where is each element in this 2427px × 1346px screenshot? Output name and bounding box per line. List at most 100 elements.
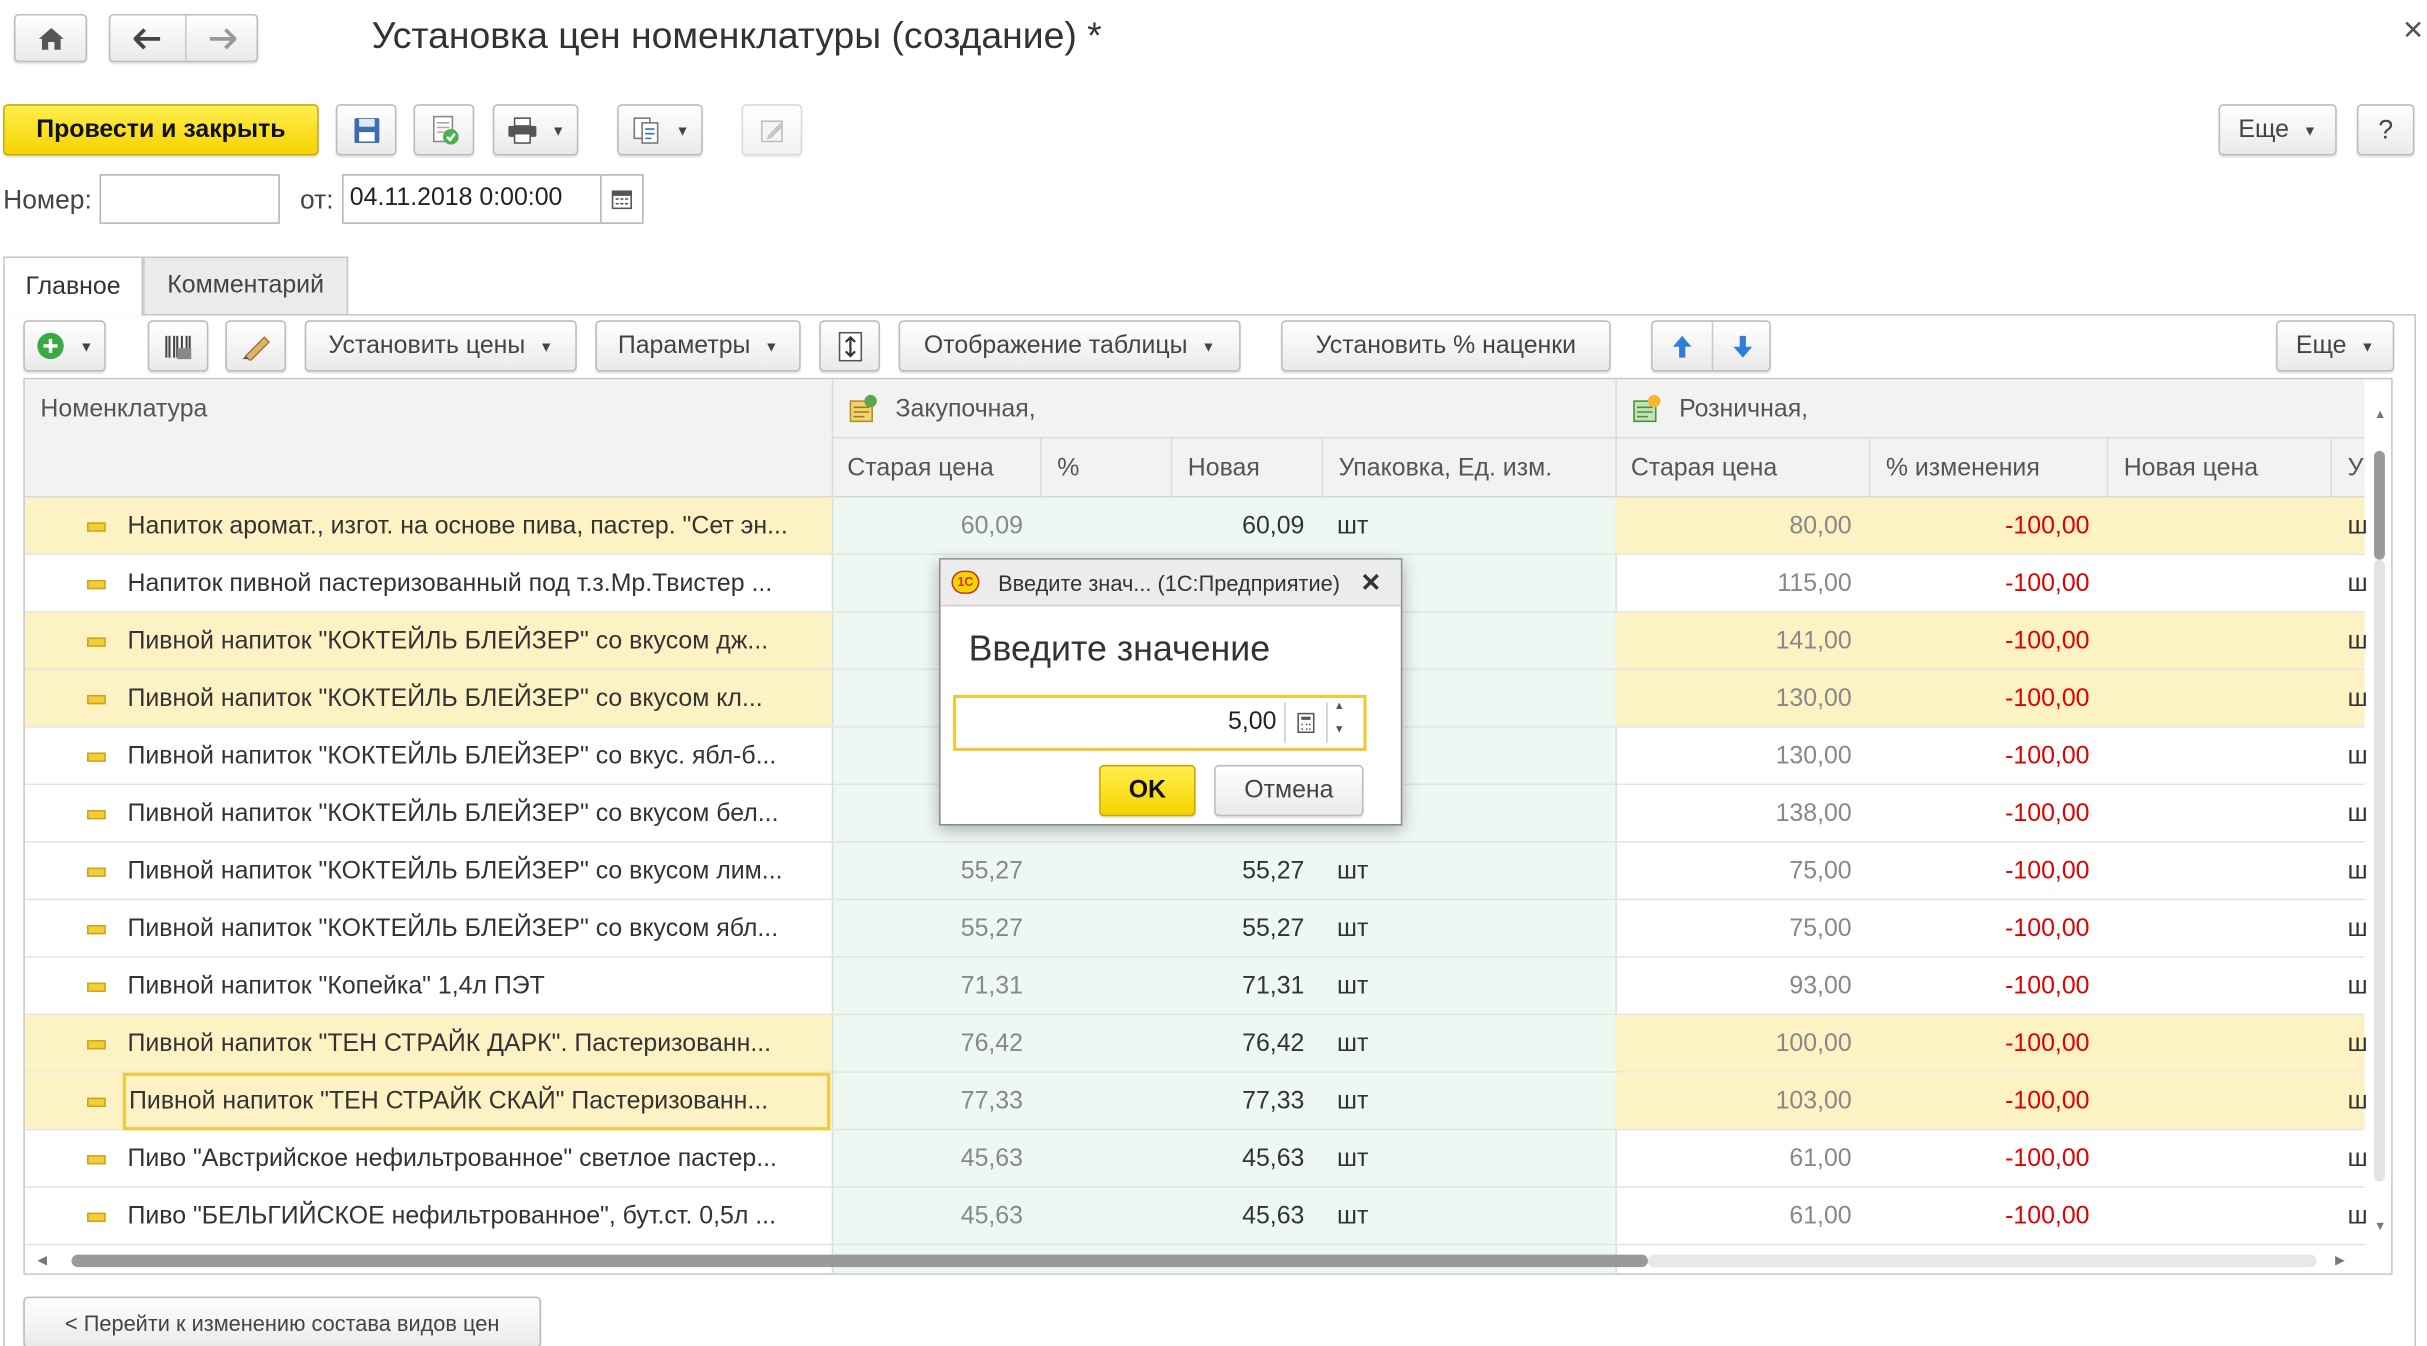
cell-old-price[interactable]: 55,27 [832,843,1023,901]
cell-percent[interactable] [1040,498,1155,556]
cell-change-percent[interactable]: -100,00 [1869,1130,2089,1188]
set-prices-button[interactable]: Установить цены ▼ [304,320,577,372]
table-view-button[interactable]: Отображение таблицы ▼ [898,320,1241,372]
cell-retail-old-price[interactable]: 138,00 [1615,785,1852,843]
cell-new-price[interactable]: 76,42 [1171,1015,1304,1073]
cell-percent[interactable] [1040,958,1155,1016]
set-markup-button[interactable]: Установить % наценки [1281,320,1611,372]
cell-change-percent[interactable]: -100,00 [1869,1073,2089,1131]
date-input[interactable]: 04.11.2018 0:00:00 [342,174,602,224]
header-cut-column[interactable]: У [2348,456,2364,484]
cell-percent[interactable] [1040,843,1155,901]
cell-unit[interactable]: шт [1337,1130,1601,1188]
cell-cut[interactable]: ш [2348,843,2367,901]
cell-percent[interactable] [1040,1188,1155,1246]
header-new[interactable]: Новая [1188,456,1260,484]
cell-nomenclature[interactable]: Пивной напиток "Копейка" 1,4л ПЭТ [127,958,817,1016]
add-row-button[interactable]: ▼ [23,320,106,372]
cell-old-price[interactable]: 77,33 [832,1073,1023,1131]
cell-cut[interactable]: ш [2348,555,2367,613]
cell-new-price[interactable]: 45,63 [1171,1130,1304,1188]
cell-retail-new-price[interactable] [2107,1015,2314,1073]
cell-retail-old-price[interactable]: 93,00 [1615,958,1851,1016]
cell-nomenclature[interactable]: Пивной напиток "КОКТЕЙЛЬ БЛЕЙЗЕР" со вку… [127,785,817,843]
cell-retail-old-price[interactable]: 115,00 [1615,555,1851,613]
dialog-ok-button[interactable]: OK [1099,764,1196,817]
cell-unit[interactable]: шт [1337,1073,1601,1131]
cell-new-price[interactable]: 55,27 [1171,900,1304,958]
cell-retail-old-price[interactable]: 141,00 [1615,613,1852,671]
edit-button[interactable] [741,104,803,156]
cell-old-price[interactable]: 45,63 [832,1188,1023,1246]
more-button[interactable]: Еще ▼ [2218,104,2337,156]
cell-nomenclature[interactable]: Пивной напиток "КОКТЕЙЛЬ БЛЕЙЗЕР" со вку… [127,670,817,728]
cell-old-price[interactable]: 71,31 [832,958,1023,1016]
cell-retail-new-price[interactable] [2107,900,2314,958]
help-button[interactable]: ? [2356,104,2415,156]
cell-percent[interactable] [1040,1130,1155,1188]
vertical-scrollbar[interactable]: ▲ ▼ [2369,407,2391,1247]
cell-nomenclature[interactable]: Пиво "БЕЛЬГИЙСКОЕ нефильтрованное", бут.… [127,1188,817,1246]
save-button[interactable] [335,104,397,156]
header-nomenclature[interactable]: Номенклатура [40,396,207,424]
cell-retail-new-price[interactable] [2107,1073,2314,1131]
cell-change-percent[interactable]: -100,00 [1869,498,2089,556]
spin-up-button[interactable]: ▲ [1334,701,1345,712]
cell-change-percent[interactable]: -100,00 [1869,900,2089,958]
vertical-scroll-thumb[interactable] [2374,450,2385,560]
calendar-button[interactable] [600,174,644,224]
cell-nomenclature[interactable]: Пивной напиток "КОКТЕЙЛЬ БЛЕЙЗЕР" со вку… [127,728,817,786]
header-retail-group[interactable]: Розничная, [1679,396,1808,424]
cell-retail-new-price[interactable] [2107,1188,2314,1246]
cell-change-percent[interactable]: -100,00 [1869,785,2089,843]
barcode-button[interactable] [147,320,209,372]
table-row[interactable]: Пивной напиток "Копейка" 1,4л ПЭТ 71,31 71… [24,958,2367,1016]
cell-percent[interactable] [1040,900,1155,958]
tab-comment[interactable]: Комментарий [143,256,349,315]
cell-retail-old-price[interactable]: 80,00 [1615,498,1851,556]
cell-cut[interactable]: ш [2348,613,2367,671]
cell-retail-new-price[interactable] [2107,843,2314,901]
cell-nomenclature[interactable]: Пивной напиток "ТЕН СТРАЙК СКАЙ" Пастери… [122,1072,831,1131]
header-new-price[interactable]: Новая цена [2124,456,2258,484]
cell-new-price[interactable]: 71,31 [1171,958,1304,1016]
cell-nomenclature[interactable]: Напиток пивной пастеризованный под т.з.М… [127,555,817,613]
cell-change-percent[interactable]: -100,00 [1869,728,2089,786]
cell-old-price[interactable]: 60,09 [832,498,1023,556]
table-row[interactable]: Пивной напиток "КОКТЕЙЛЬ БЛЕЙЗЕР" со вку… [24,900,2366,958]
dialog-close-icon[interactable]: ✕ [1360,567,1381,598]
move-up-button[interactable] [1653,322,1712,370]
cell-retail-new-price[interactable] [2107,613,2314,671]
cell-retail-old-price[interactable]: 61,00 [1615,1130,1851,1188]
change-price-types-button[interactable]: < Перейти к изменению состава видов цен [23,1296,542,1346]
post-and-close-button[interactable]: Провести и закрыть [3,104,319,156]
cell-retail-old-price[interactable]: 130,00 [1615,728,1852,786]
header-retail-old-price[interactable]: Старая цена [1631,456,1777,484]
cell-change-percent[interactable]: -100,00 [1869,670,2089,728]
cell-cut[interactable]: ш [2348,785,2367,843]
cell-cut[interactable]: ш [2348,958,2367,1016]
cell-cut[interactable]: ш [2348,670,2367,728]
cell-cut[interactable]: ш [2348,1188,2367,1246]
related-documents-button[interactable]: ▼ [617,104,703,156]
cell-retail-new-price[interactable] [2107,1130,2314,1188]
horizontal-scroll-thumb[interactable] [71,1254,1648,1268]
table-row[interactable]: Напиток аромат., изгот. на основе пива, … [24,497,2366,556]
table-more-button[interactable]: Еще ▼ [2276,320,2395,372]
cell-change-percent[interactable]: -100,00 [1869,613,2089,671]
cell-change-percent[interactable]: -100,00 [1869,958,2089,1016]
home-button[interactable] [13,13,88,63]
cell-old-price[interactable]: 76,42 [832,1015,1023,1073]
value-input[interactable]: 5,00 [959,698,1276,748]
spin-down-button[interactable]: ▼ [1334,724,1345,735]
cell-unit[interactable]: шт [1337,900,1601,958]
cell-change-percent[interactable]: -100,00 [1869,843,2089,901]
cell-new-price[interactable]: 45,63 [1171,1188,1304,1246]
cell-percent[interactable] [1040,1015,1155,1073]
cell-new-price[interactable]: 77,33 [1171,1073,1304,1131]
pick-items-button[interactable] [225,320,287,372]
cell-nomenclature[interactable]: Напиток аромат., изгот. на основе пива, … [127,498,817,556]
row-height-button[interactable] [819,320,880,372]
move-down-button[interactable] [1713,322,1771,370]
cell-unit[interactable]: шт [1337,843,1601,901]
